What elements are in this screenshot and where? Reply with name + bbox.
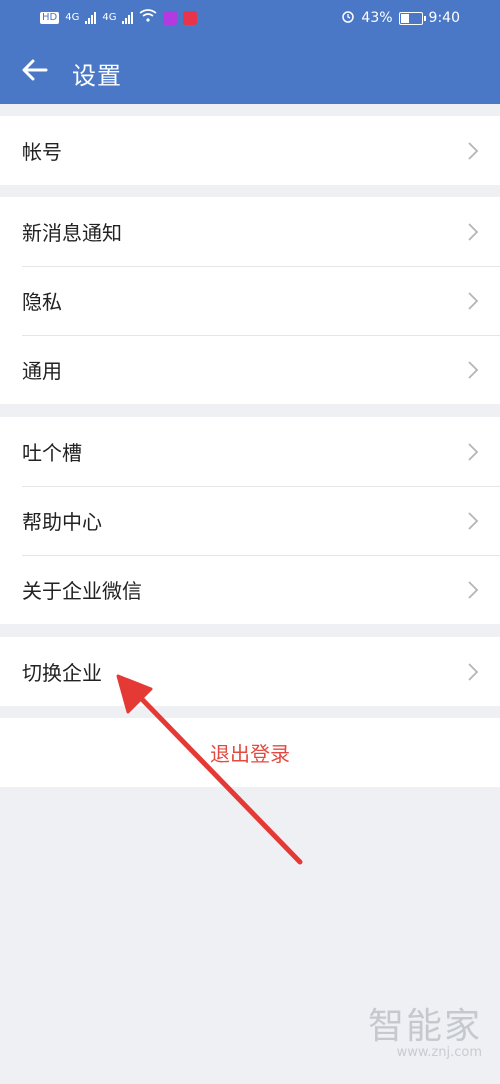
signal-icon-2	[122, 11, 134, 24]
app-header: HD 4G 4G 43% 9:40 设置	[0, 0, 500, 104]
settings-item-label: 关于企业微信	[22, 579, 142, 603]
wifi-icon	[139, 9, 157, 26]
chevron-right-icon	[468, 512, 479, 530]
settings-item-label: 新消息通知	[22, 221, 122, 245]
watermark: 智能家 www.znj.com	[368, 997, 482, 1060]
clock: 9:40	[428, 10, 460, 26]
status-right: 43% 9:40	[341, 9, 460, 27]
settings-item-feedback[interactable]: 吐个槽	[0, 417, 500, 486]
watermark-logo: 智能家	[367, 1006, 482, 1047]
title-bar: 设置	[0, 38, 500, 104]
settings-item-label: 切换企业	[22, 661, 102, 685]
battery-fill	[400, 13, 409, 23]
settings-item-about[interactable]: 关于企业微信	[0, 555, 500, 624]
settings-group-general: 新消息通知 隐私 通用	[0, 197, 500, 404]
settings-item-notifications[interactable]: 新消息通知	[0, 197, 500, 266]
chevron-right-icon	[468, 361, 479, 379]
settings-item-account[interactable]: 帐号	[0, 116, 500, 185]
chevron-right-icon	[468, 142, 479, 160]
settings-group-switch: 切换企业	[0, 637, 500, 706]
chevron-right-icon	[468, 292, 479, 310]
settings-item-label: 帐号	[22, 140, 62, 164]
settings-item-label: 吐个槽	[22, 441, 82, 465]
app-notification-icon-1	[163, 10, 178, 25]
settings-group-help: 吐个槽 帮助中心 关于企业微信	[0, 417, 500, 624]
back-button[interactable]	[18, 50, 52, 90]
settings-item-label: 帮助中心	[22, 510, 102, 534]
settings-item-switch-enterprise[interactable]: 切换企业	[0, 637, 500, 706]
chevron-right-icon	[468, 223, 479, 241]
logout-button[interactable]: 退出登录	[0, 718, 500, 787]
status-left: HD 4G 4G	[40, 9, 198, 26]
network-label-1: 4G	[65, 12, 80, 23]
logout-label: 退出登录	[210, 742, 290, 766]
settings-item-general[interactable]: 通用	[0, 335, 500, 404]
page-title: 设置	[72, 62, 122, 90]
settings-item-help-center[interactable]: 帮助中心	[0, 486, 500, 555]
chevron-right-icon	[468, 581, 479, 599]
settings-item-label: 隐私	[22, 290, 62, 314]
alarm-icon	[341, 9, 355, 27]
app-notification-icon-2	[183, 10, 198, 25]
settings-group-account: 帐号	[0, 116, 500, 185]
battery-icon	[398, 11, 426, 25]
hd-badge: HD	[40, 11, 60, 24]
settings-item-privacy[interactable]: 隐私	[0, 266, 500, 335]
arrow-left-icon	[22, 59, 48, 81]
status-bar: HD 4G 4G 43% 9:40	[0, 0, 500, 38]
chevron-right-icon	[468, 663, 479, 681]
network-label-2: 4G	[102, 12, 117, 23]
settings-item-label: 通用	[22, 359, 62, 383]
battery-percent: 43%	[361, 10, 393, 26]
signal-icon	[85, 11, 97, 24]
chevron-right-icon	[468, 443, 479, 461]
